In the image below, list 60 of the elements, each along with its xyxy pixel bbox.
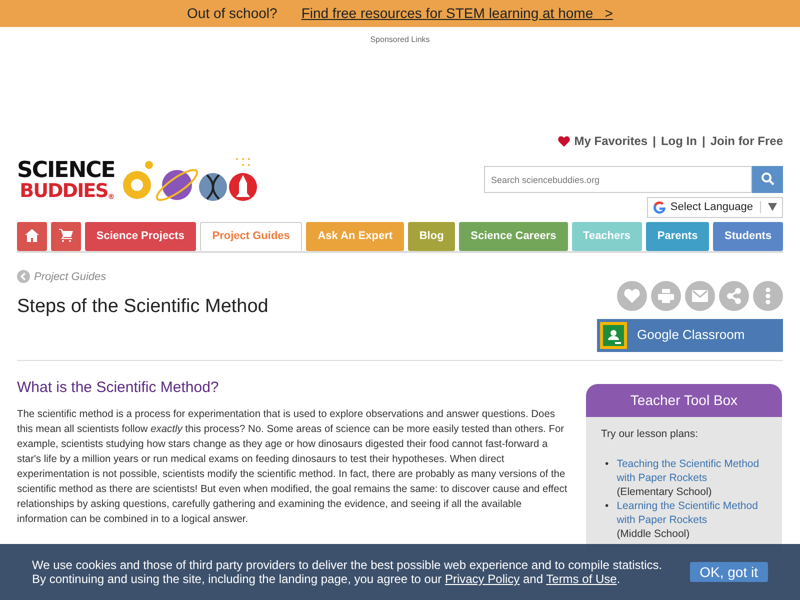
caret-icon: [768, 203, 777, 212]
printer-icon: [658, 288, 674, 302]
nav-tab[interactable]: Ask An Expert: [306, 222, 404, 250]
account-link[interactable]: My Favorites: [574, 132, 648, 150]
breadcrumb-link[interactable]: Project Guides: [34, 268, 106, 285]
cookie-text: and: [522, 572, 544, 586]
account-link[interactable]: Log In: [660, 132, 697, 150]
back-icon[interactable]: [17, 270, 30, 284]
lesson-link[interactable]: Learning the Scientific Method with Paper Rockets: [616, 498, 767, 526]
nav-tab[interactable]: Students: [713, 222, 783, 250]
paragraph: The scientific method is a process for experimentation that is used to explore observations and answer questions. Does this mean all scientists follow exactly this process? No. Some areas of science can be more easily tested than others. For example, scientists studying how stars change as they age or how dinosaurs digested their food cannot fast-forward a star's life by a million years or run medical exams on feeding dinosaurs to test their hypotheses. When direct experimentation is not possible, scientists modify the scientific method. In fact, there are probably as many versions of the scientific method as there are scientists! But even when modified, the goal remains the same: to discover cause and effect relationships by asking questions, carefully gathering and examining the evidence, and seeing if all the available information can be combined in to a logical answer.: [17, 408, 568, 527]
separator: |: [702, 133, 706, 150]
lesson-link[interactable]: Teaching the Scientific Method with Paper Rockets: [616, 456, 767, 484]
nav-tab[interactable]: Blog: [408, 222, 456, 250]
nav-tab[interactable]: Science Projects: [85, 222, 196, 250]
search-icon: [760, 172, 774, 186]
section-heading: What is the Scientific Method?: [17, 378, 220, 398]
more-icon: [765, 286, 771, 304]
terms-link[interactable]: Terms of Use: [546, 572, 617, 586]
cookie-text: By continuing and using the site, including the landing page, you agree to our: [32, 572, 443, 586]
promo-text: Out of school?: [187, 4, 278, 23]
home-tab[interactable]: [17, 222, 47, 250]
favorite-button[interactable]: [617, 280, 647, 310]
promo-link[interactable]: Find free resources for STEM learning at home >: [301, 3, 613, 24]
share-icon: [726, 288, 742, 304]
account-link[interactable]: Join for Free: [710, 132, 783, 150]
toolbox-title: Teacher Tool Box: [630, 392, 738, 408]
share-button[interactable]: [719, 280, 749, 310]
bullet: •: [605, 498, 609, 514]
nav-tab[interactable]: Project Guides: [200, 222, 302, 250]
nav-tab[interactable]: Parents: [646, 222, 710, 250]
page-title: Steps of the Scientific Method: [17, 295, 268, 319]
toolbox-intro: Try our lesson plans:: [601, 426, 700, 440]
logo-text: SCIENCE: [17, 161, 115, 182]
search-field[interactable]: Search sciencebuddies.org: [484, 166, 752, 193]
print-button[interactable]: [651, 280, 681, 310]
more-button[interactable]: [753, 280, 783, 310]
bullet: •: [605, 456, 609, 472]
classroom-icon: [600, 322, 627, 348]
separator: |: [652, 133, 656, 150]
language-selector[interactable]: Select Language: [647, 197, 783, 218]
sponsored-label: Sponsored Links: [370, 35, 430, 44]
google-icon: [653, 200, 666, 214]
cookie-text: .: [616, 572, 620, 586]
privacy-link[interactable]: Privacy Policy: [444, 572, 520, 586]
heart-icon: [558, 136, 570, 146]
lesson-level: (Middle School): [616, 526, 691, 540]
envelope-icon: [692, 290, 708, 302]
heart-icon: [624, 288, 640, 302]
cart-icon: [59, 229, 73, 242]
home-icon: [25, 229, 39, 242]
google-classroom-button[interactable]: Google Classroom: [597, 318, 783, 352]
email-button[interactable]: [685, 280, 715, 310]
accept-button[interactable]: OK, got it: [690, 562, 768, 582]
lesson-level: (Elementary School): [616, 484, 713, 498]
search-button[interactable]: [752, 166, 783, 193]
cookie-text: We use cookies and those of third party providers to deliver the best possible web experience and to compile statistics.: [32, 558, 662, 572]
cart-tab[interactable]: [51, 222, 81, 250]
logo-text: BUDDIES: [20, 182, 108, 200]
nav-tab[interactable]: Science Careers: [459, 222, 568, 250]
